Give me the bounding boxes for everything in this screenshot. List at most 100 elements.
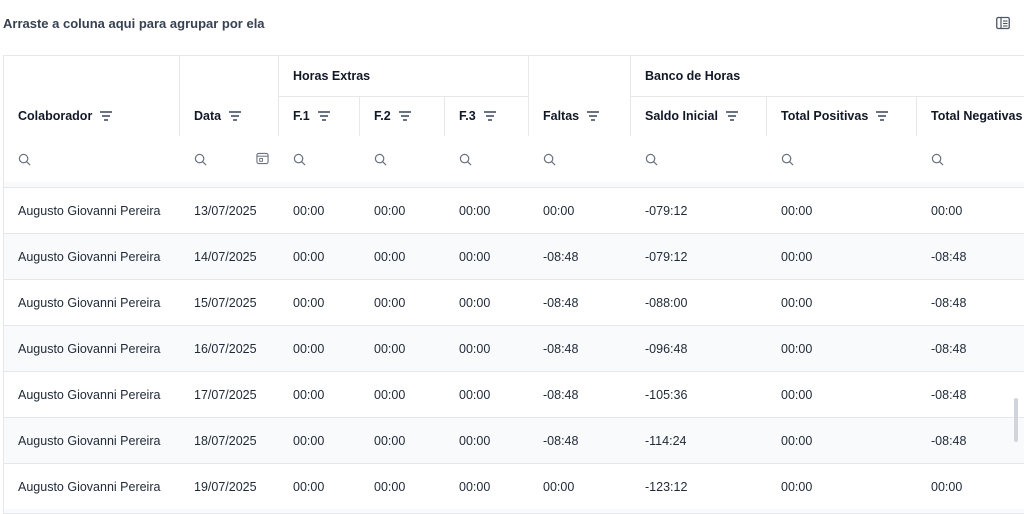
cell-data: 18/07/2025 — [194, 433, 257, 448]
column-header-label: Data — [194, 109, 222, 123]
cell-total-negativas: -08:48 — [931, 295, 967, 310]
column-header-saldo-inicial[interactable]: Saldo Inicial — [631, 96, 766, 136]
cell-f1: 00:00 — [293, 341, 325, 356]
cell-faltas: -08:48 — [543, 387, 579, 402]
sort-filter-icon[interactable] — [587, 111, 600, 121]
cell-f1: 00:00 — [293, 203, 325, 218]
cell-f1: 00:00 — [293, 433, 325, 448]
sort-filter-icon[interactable] — [100, 111, 113, 121]
group-header-horas-extras: Horas Extras — [293, 69, 371, 83]
search-icon — [293, 153, 306, 165]
grid-body[interactable]: Augusto Giovanni Pereira 13/07/2025 00:0… — [4, 182, 1024, 513]
cell-data: 13/07/2025 — [194, 203, 257, 218]
cell-total-negativas: -08:48 — [931, 249, 967, 264]
cell-f3: 00:00 — [459, 341, 491, 356]
cell-total-positivas: 00:00 — [781, 479, 813, 494]
column-header-f2[interactable]: F.2 — [360, 96, 444, 136]
table-row[interactable]: Augusto Giovanni Pereira 17/07/2025 00:0… — [4, 371, 1024, 417]
cell-f2: 00:00 — [374, 479, 406, 494]
cell-total-positivas: 00:00 — [781, 249, 813, 264]
cell-saldo-inicial: -096:48 — [645, 341, 688, 356]
search-icon — [645, 153, 658, 165]
cell-total-negativas: -08:48 — [931, 341, 967, 356]
cell-colaborador: Augusto Giovanni Pereira — [18, 341, 161, 356]
cell-f3: 00:00 — [459, 387, 491, 402]
filter-input-faltas[interactable] — [529, 136, 630, 182]
cell-data: 17/07/2025 — [194, 387, 257, 402]
cell-faltas: -08:48 — [543, 295, 579, 310]
search-icon — [543, 153, 556, 165]
cell-faltas: -08:48 — [543, 249, 579, 264]
group-by-drop-zone[interactable]: Arraste a coluna aqui para agrupar por e… — [3, 16, 265, 31]
cell-f1: 00:00 — [293, 249, 325, 264]
table-row[interactable]: Augusto Giovanni Pereira 16/07/2025 00:0… — [4, 325, 1024, 371]
sort-filter-icon[interactable] — [483, 111, 496, 121]
cell-colaborador: Augusto Giovanni Pereira — [18, 203, 161, 218]
cell-f2: 00:00 — [374, 295, 406, 310]
column-header-f3[interactable]: F.3 — [445, 96, 528, 136]
cell-total-positivas: 00:00 — [781, 295, 813, 310]
cell-total-negativas: -08:48 — [931, 387, 967, 402]
filter-input-total-negativas[interactable] — [917, 136, 1024, 182]
table-row[interactable]: Augusto Giovanni Pereira 19/07/2025 00:0… — [4, 463, 1024, 509]
cell-f2: 00:00 — [374, 341, 406, 356]
cell-saldo-inicial: -123:12 — [645, 479, 688, 494]
sort-filter-icon[interactable] — [229, 111, 242, 121]
sort-filter-icon[interactable] — [317, 111, 330, 121]
filter-input-saldo-inicial[interactable] — [631, 136, 766, 182]
sort-filter-icon[interactable] — [725, 111, 738, 121]
cell-data: 16/07/2025 — [194, 341, 257, 356]
cell-f3: 00:00 — [459, 249, 491, 264]
vertical-scrollbar-thumb[interactable] — [1014, 398, 1018, 442]
calendar-icon[interactable] — [256, 152, 269, 165]
cell-f2: 00:00 — [374, 203, 406, 218]
cell-total-negativas: 00:00 — [931, 479, 963, 494]
cell-colaborador: Augusto Giovanni Pereira — [18, 295, 161, 310]
cell-f1: 00:00 — [293, 479, 325, 494]
column-header-label: Saldo Inicial — [645, 109, 718, 123]
column-header-label: Colaborador — [18, 109, 93, 123]
filter-input-f3[interactable] — [445, 136, 528, 182]
cell-f3: 00:00 — [459, 203, 491, 218]
column-header-colaborador[interactable]: Colaborador — [4, 96, 179, 136]
search-icon — [931, 153, 944, 165]
column-header-label: F.2 — [374, 109, 391, 123]
cell-colaborador: Augusto Giovanni Pereira — [18, 387, 161, 402]
table-row[interactable]: Augusto Giovanni Pereira 18/07/2025 00:0… — [4, 417, 1024, 463]
cell-colaborador: Augusto Giovanni Pereira — [18, 479, 161, 494]
table-row[interactable]: Augusto Giovanni Pereira 14/07/2025 00:0… — [4, 233, 1024, 279]
filter-row — [4, 136, 1024, 182]
cell-saldo-inicial: -079:12 — [645, 203, 688, 218]
column-header-label: F.3 — [459, 109, 476, 123]
table-row[interactable]: Augusto Giovanni Pereira 15/07/2025 00:0… — [4, 279, 1024, 325]
search-icon — [194, 153, 207, 165]
cell-data: 14/07/2025 — [194, 249, 257, 264]
filter-input-data[interactable] — [180, 136, 278, 182]
column-header-total-positivas[interactable]: Total Positivas — [767, 96, 916, 136]
cell-faltas: -08:48 — [543, 433, 579, 448]
column-header-data[interactable]: Data — [180, 96, 278, 136]
filter-input-f1[interactable] — [279, 136, 359, 182]
data-grid: Horas Extras Banco de Horas Colaborador … — [3, 55, 1024, 514]
column-header-label: Total Negativas — [931, 109, 1023, 123]
cell-saldo-inicial: -114:24 — [645, 433, 687, 448]
sort-filter-icon[interactable] — [398, 111, 411, 121]
filter-input-colaborador[interactable] — [4, 136, 179, 182]
column-header-label: Faltas — [543, 109, 580, 123]
column-header-total-negativas[interactable]: Total Negativas — [917, 96, 1024, 136]
cell-total-positivas: 00:00 — [781, 433, 813, 448]
column-header-label: Total Positivas — [781, 109, 869, 123]
columns-panel-icon[interactable] — [996, 16, 1010, 30]
cell-data: 19/07/2025 — [194, 479, 257, 494]
cell-f2: 00:00 — [374, 249, 406, 264]
sort-filter-icon[interactable] — [876, 111, 889, 121]
table-row[interactable]: Augusto Giovanni Pereira 13/07/2025 00:0… — [4, 187, 1024, 233]
cell-total-positivas: 00:00 — [781, 387, 813, 402]
cell-saldo-inicial: -088:00 — [645, 295, 688, 310]
column-header-faltas[interactable]: Faltas — [529, 96, 630, 136]
filter-input-f2[interactable] — [360, 136, 444, 182]
group-header-banco-de-horas: Banco de Horas — [645, 69, 741, 83]
column-header-f1[interactable]: F.1 — [279, 96, 359, 136]
filter-input-total-positivas[interactable] — [767, 136, 916, 182]
cell-faltas: -08:48 — [543, 341, 579, 356]
